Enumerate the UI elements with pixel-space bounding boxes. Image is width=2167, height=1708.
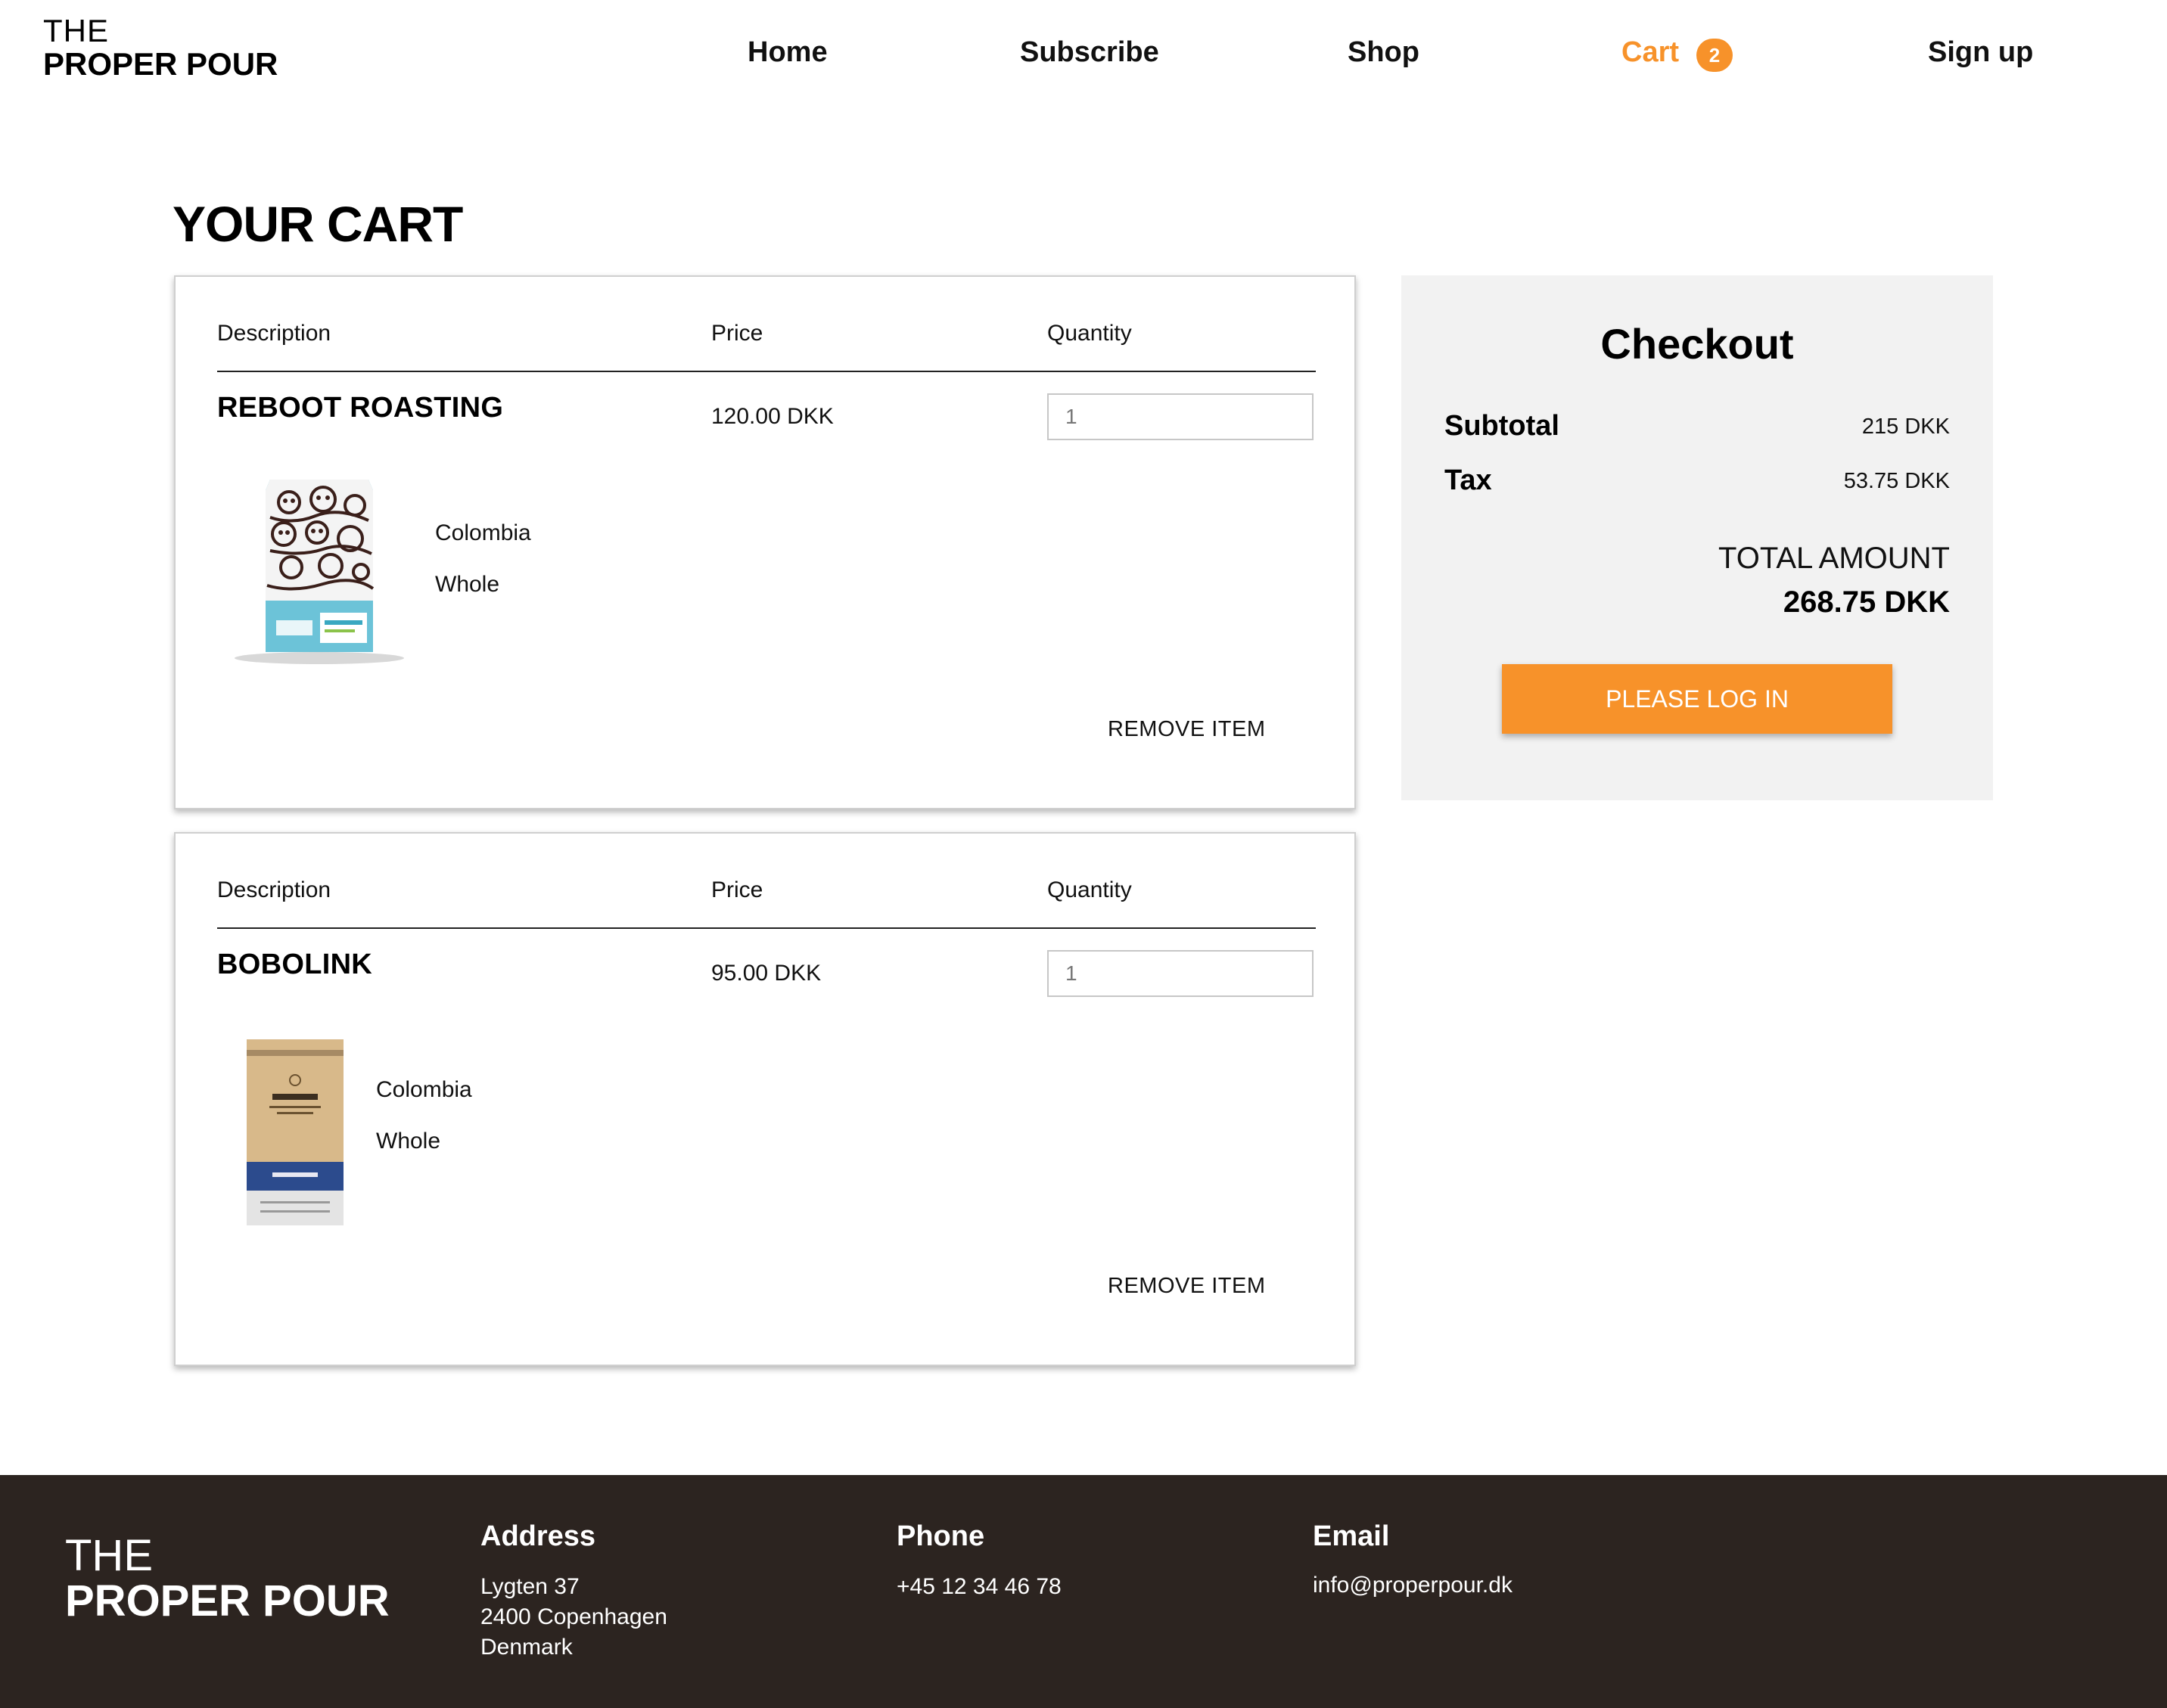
quantity-input[interactable] [1047, 393, 1314, 440]
cart-count-badge: 2 [1696, 39, 1733, 72]
site-footer: THE PROPER POUR Address Lygten 37 2400 C… [0, 1475, 2167, 1708]
footer-address-heading: Address [480, 1520, 596, 1552]
product-name: REBOOT ROASTING [217, 392, 504, 424]
nav-subscribe[interactable]: Subscribe [1020, 36, 1159, 69]
logo-line2: PROPER POUR [43, 46, 278, 82]
header-divider [217, 927, 1316, 929]
checkout-panel: Checkout Subtotal 215 DKK Tax 53.75 DKK … [1401, 275, 1993, 800]
cart-item-card: Description Price Quantity REBOOT ROASTI… [174, 275, 1356, 809]
product-origin: Colombia [435, 520, 531, 545]
header-divider [217, 371, 1316, 372]
checkout-title: Checkout [1600, 320, 1794, 368]
column-header-quantity: Quantity [1047, 321, 1132, 346]
column-header-description: Description [217, 321, 331, 346]
total-amount-label: TOTAL AMOUNT [1718, 542, 1950, 575]
footer-address-line2: 2400 Copenhagen [480, 1604, 667, 1629]
reboot-coffee-bag-icon [217, 472, 414, 669]
product-origin: Colombia [376, 1077, 472, 1102]
footer-email[interactable]: info@properpour.dk [1313, 1570, 1513, 1601]
nav-shop[interactable]: Shop [1348, 36, 1419, 69]
quantity-input[interactable] [1047, 950, 1314, 997]
please-log-in-button[interactable]: PLEASE LOG IN [1502, 664, 1892, 734]
tax-value: 53.75 DKK [1843, 469, 1950, 493]
nav-cart[interactable]: Cart [1621, 36, 1679, 69]
product-name: BOBOLINK [217, 949, 373, 980]
footer-phone-heading: Phone [897, 1520, 985, 1552]
footer-phone[interactable]: +45 12 34 46 78 [897, 1572, 1062, 1602]
footer-email-heading: Email [1313, 1520, 1390, 1552]
footer-logo[interactable]: THE PROPER POUR [65, 1534, 390, 1623]
logo-line1: THE [43, 13, 109, 48]
site-header: THE PROPER POUR Home Subscribe Shop Cart… [0, 0, 2167, 113]
subtotal-label: Subtotal [1444, 410, 1559, 442]
union-coffee-bag-icon [242, 1039, 348, 1227]
site-logo[interactable]: THE PROPER POUR [43, 15, 278, 80]
footer-logo-line2: PROPER POUR [65, 1576, 390, 1626]
tax-label: Tax [1444, 464, 1492, 496]
cart-item-card: Description Price Quantity BOBOLINK 95.0… [174, 832, 1356, 1366]
column-header-price: Price [711, 877, 763, 902]
remove-item-button[interactable]: REMOVE ITEM [1108, 1274, 1266, 1299]
product-price: 95.00 DKK [711, 961, 822, 986]
total-amount-value: 268.75 DKK [1783, 585, 1950, 619]
nav-signup[interactable]: Sign up [1928, 36, 2033, 69]
remove-item-button[interactable]: REMOVE ITEM [1108, 717, 1266, 742]
column-header-quantity: Quantity [1047, 877, 1132, 902]
product-price: 120.00 DKK [711, 404, 834, 429]
footer-address-line3: Denmark [480, 1635, 573, 1660]
footer-address-line1: Lygten 37 [480, 1574, 580, 1599]
column-header-price: Price [711, 321, 763, 346]
product-grind: Whole [376, 1129, 441, 1154]
page-title: YOUR CART [173, 196, 463, 252]
nav-home[interactable]: Home [748, 36, 828, 69]
column-header-description: Description [217, 877, 331, 902]
product-grind: Whole [435, 572, 500, 597]
subtotal-value: 215 DKK [1861, 415, 1950, 439]
footer-logo-line1: THE [65, 1531, 153, 1580]
